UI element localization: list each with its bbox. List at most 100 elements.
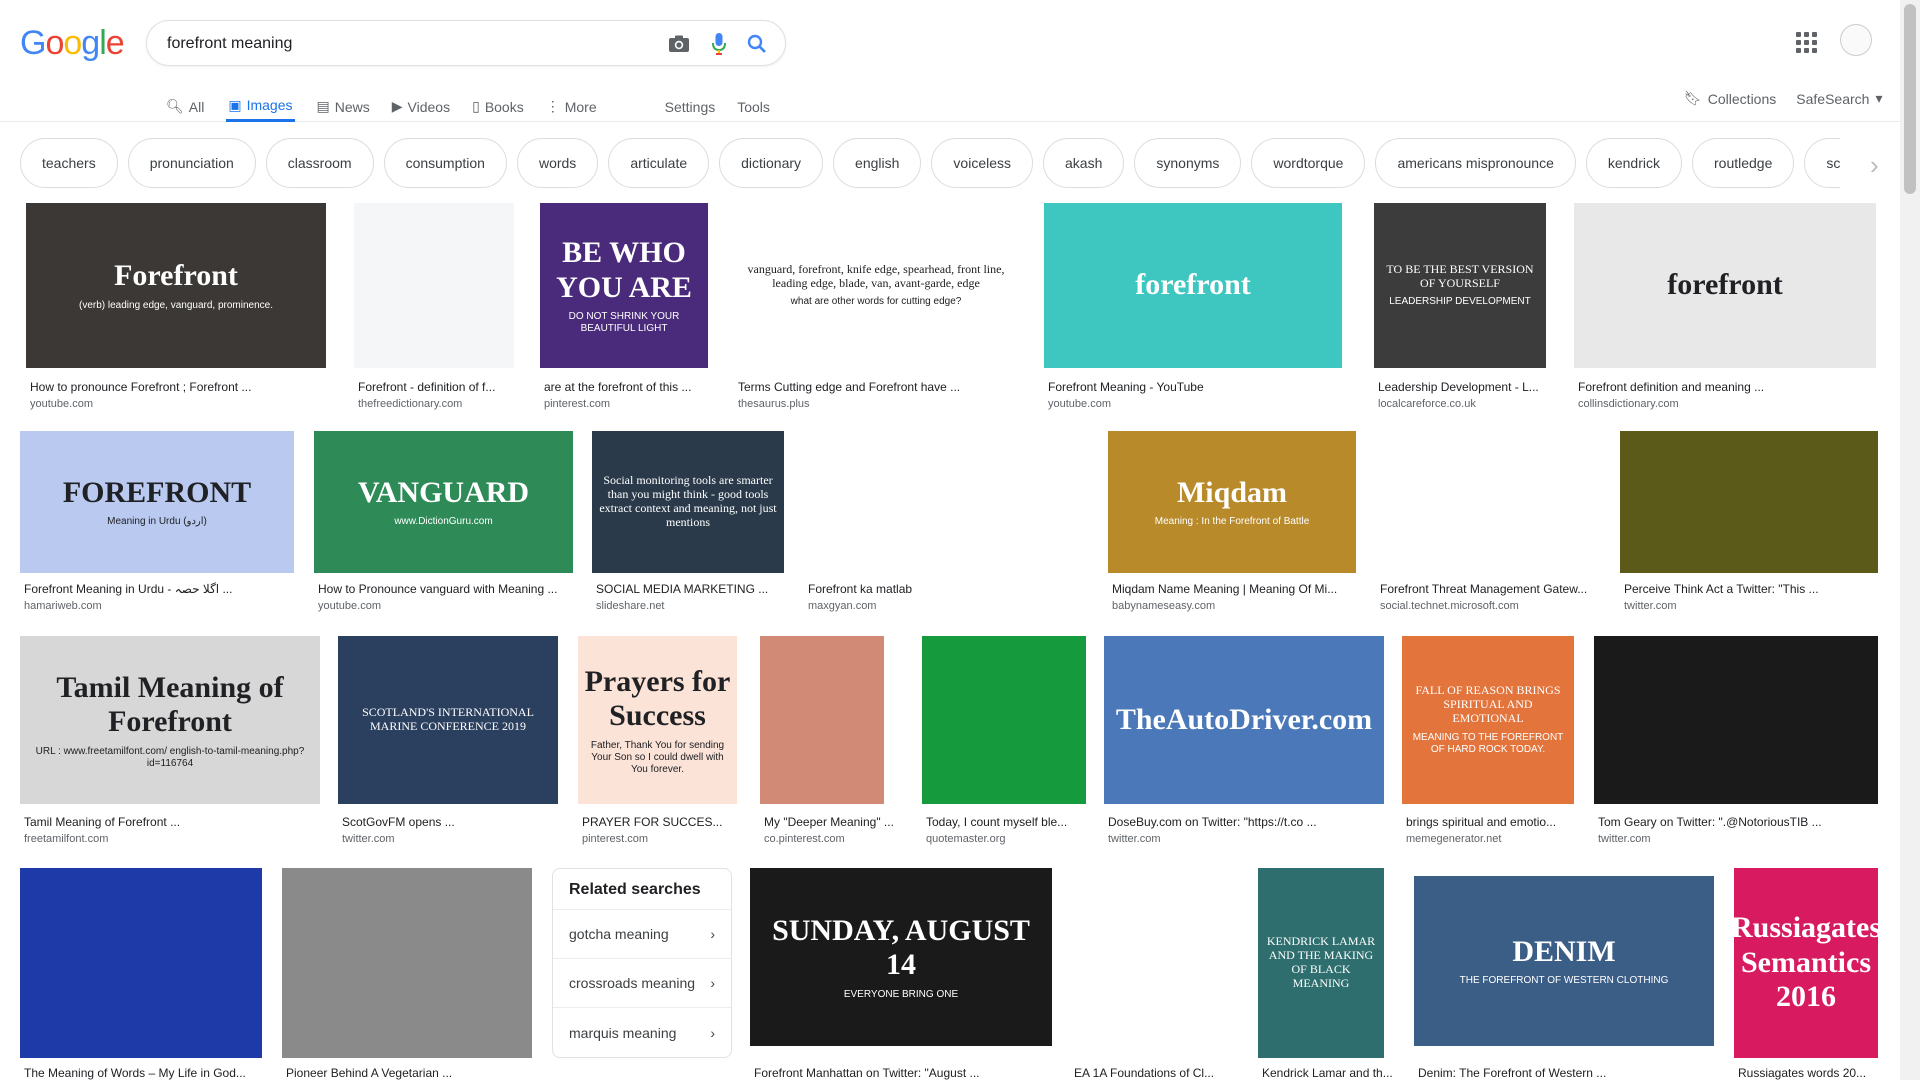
avatar[interactable]: [1840, 24, 1872, 56]
suggestion-chip[interactable]: akash: [1043, 138, 1125, 188]
result-title[interactable]: Miqdam Name Meaning | Meaning Of Mi...: [1112, 582, 1356, 596]
result-thumbnail[interactable]: [922, 636, 1086, 804]
search-icon[interactable]: [745, 32, 769, 56]
result-title[interactable]: SOCIAL MEDIA MARKETING ...: [596, 582, 784, 596]
result-thumbnail[interactable]: TheAutoDriver.com: [1104, 636, 1384, 804]
thumbnail-text: SUNDAY, AUGUST 14: [772, 913, 1030, 982]
result-title[interactable]: Terms Cutting edge and Forefront have ..…: [738, 380, 1018, 394]
result-domain: pinterest.com: [582, 833, 649, 845]
scrollbar-thumb[interactable]: [1904, 4, 1916, 194]
result-thumbnail[interactable]: [1620, 431, 1878, 573]
result-title[interactable]: My "Deeper Meaning" ...: [764, 815, 940, 829]
result-title[interactable]: The Meaning of Words – My Life in God...: [24, 1066, 262, 1080]
suggestion-chip[interactable]: english: [833, 138, 922, 188]
result-title[interactable]: brings spiritual and emotio...: [1406, 815, 1582, 829]
result-title[interactable]: PRAYER FOR SUCCES...: [582, 815, 758, 829]
suggestion-chip[interactable]: dictionary: [719, 138, 824, 188]
result-title[interactable]: How to Pronounce vanguard with Meaning .…: [318, 582, 573, 596]
result-thumbnail[interactable]: FALL OF REASON BRINGS SPIRITUAL AND EMOT…: [1402, 636, 1574, 804]
result-thumbnail[interactable]: [804, 431, 1086, 573]
apps-icon[interactable]: [1794, 30, 1818, 54]
result-thumbnail[interactable]: Prayers for Success Father, Thank You for…: [578, 636, 737, 804]
result-thumbnail[interactable]: BE WHO YOU ARE DO NOT SHRINK YOUR BEAUTIF…: [540, 203, 708, 368]
result-thumbnail[interactable]: Forefront (verb) leading edge, vanguard, …: [26, 203, 326, 368]
result-title[interactable]: Pioneer Behind A Vegetarian ...: [286, 1066, 532, 1080]
search-input[interactable]: [167, 31, 637, 57]
result-title[interactable]: Forefront Threat Management Gatew...: [1380, 582, 1600, 596]
chevron-right-icon[interactable]: ›: [1870, 150, 1879, 181]
result-title[interactable]: Forefront Meaning - YouTube: [1048, 380, 1342, 394]
result-title[interactable]: Forefront definition and meaning ...: [1578, 380, 1876, 394]
result-title[interactable]: Tamil Meaning of Forefront ...: [24, 815, 320, 829]
suggestion-chip[interactable]: words: [516, 138, 599, 188]
suggestion-chip[interactable]: wordtorque: [1251, 138, 1366, 188]
result-thumbnail[interactable]: SCOTLAND'S INTERNATIONAL MARINE CONFEREN…: [338, 636, 558, 804]
result-thumbnail[interactable]: Tamil Meaning of Forefront URL : www.free…: [20, 636, 320, 804]
result-title[interactable]: Today, I count myself ble...: [926, 815, 1102, 829]
suggestion-chip[interactable]: articulate: [608, 138, 710, 188]
result-thumbnail[interactable]: vanguard, forefront, knife edge, spearhe…: [734, 203, 1018, 368]
result-thumbnail[interactable]: [1376, 431, 1600, 573]
suggestion-chip[interactable]: consumption: [383, 138, 507, 188]
result-thumbnail[interactable]: Social monitoring tools are smarter than…: [592, 431, 784, 573]
tools-link[interactable]: Tools: [737, 86, 770, 122]
result-title[interactable]: Kendrick Lamar and th...: [1262, 1066, 1438, 1080]
result-thumbnail[interactable]: FOREFRONT Meaning in Urdu (اردو): [20, 431, 294, 573]
suggestion-chip[interactable]: scotland: [1804, 138, 1840, 188]
google-logo[interactable]: Google: [20, 24, 125, 63]
suggestion-chip[interactable]: voiceless: [931, 138, 1034, 188]
result-title[interactable]: Denim: The Forefront of Western ...: [1418, 1066, 1714, 1080]
suggestion-chip[interactable]: americans mispronounce: [1375, 138, 1576, 188]
result-thumbnail[interactable]: [760, 636, 884, 804]
result-title[interactable]: ScotGovFM opens ...: [342, 815, 558, 829]
suggestion-chip[interactable]: teachers: [20, 138, 118, 188]
collections-button[interactable]: 🔖︎ Collections: [1684, 90, 1776, 107]
result-title[interactable]: DoseBuy.com on Twitter: "https://t.co ..…: [1108, 815, 1384, 829]
related-searches-title: Related searches: [553, 869, 731, 910]
safesearch-button[interactable]: SafeSearch ▾: [1796, 90, 1882, 107]
result-title[interactable]: Russiagates words 20...: [1738, 1066, 1914, 1080]
result-title[interactable]: Leadership Development - L...: [1378, 380, 1554, 394]
result-thumbnail[interactable]: [282, 868, 532, 1058]
result-thumbnail[interactable]: [354, 203, 514, 368]
tab-images[interactable]: ▣ Images: [226, 86, 295, 122]
result-title[interactable]: Tom Geary on Twitter: ".@NotoriousTIB ..…: [1598, 815, 1878, 829]
related-item[interactable]: crossroads meaning ›: [553, 959, 731, 1008]
suggestion-chip[interactable]: kendrick: [1585, 138, 1682, 188]
result-thumbnail[interactable]: forefront: [1044, 203, 1342, 368]
result-thumbnail[interactable]: TO BE THE BEST VERSION OF YOURSELF LEADER…: [1374, 203, 1546, 368]
result-thumbnail[interactable]: Miqdam Meaning : In the Forefront of Batt…: [1108, 431, 1356, 573]
result-thumbnail[interactable]: DENIM THE FOREFRONT OF WESTERN CLOTHING: [1414, 876, 1714, 1046]
suggestion-chip[interactable]: pronunciation: [127, 138, 256, 188]
result-title[interactable]: Forefront Meaning in Urdu - اگلا حصہ ...: [24, 582, 294, 596]
suggestion-chip[interactable]: synonyms: [1134, 138, 1242, 188]
result-thumbnail[interactable]: forefront: [1574, 203, 1876, 368]
result-title[interactable]: Forefront - definition of f...: [358, 380, 534, 394]
result-thumbnail[interactable]: [20, 868, 262, 1058]
result-title[interactable]: Perceive Think Act a Twitter: "This ...: [1624, 582, 1878, 596]
result-title[interactable]: are at the forefront of this ...: [544, 380, 720, 394]
result-title[interactable]: EA 1A Foundations of Cl...: [1074, 1066, 1250, 1080]
camera-icon[interactable]: [667, 32, 691, 56]
result-thumbnail[interactable]: VANGUARD www.DictionGuru.com: [314, 431, 573, 573]
result-thumbnail[interactable]: SUNDAY, AUGUST 14 EVERYONE BRING ONE: [750, 868, 1052, 1046]
tab-all[interactable]: 🔍︎ All: [166, 86, 204, 122]
result-thumbnail[interactable]: [1070, 868, 1228, 1058]
result-thumbnail[interactable]: KENDRICK LAMAR AND THE MAKING OF BLACK M…: [1258, 868, 1384, 1058]
mic-icon[interactable]: [707, 32, 731, 56]
related-item[interactable]: marquis meaning ›: [553, 1008, 731, 1057]
suggestion-chip[interactable]: routledge: [1692, 138, 1795, 188]
result-title[interactable]: Forefront Manhattan on Twitter: "August …: [754, 1066, 1052, 1080]
tab-news[interactable]: ▤ News: [317, 86, 370, 122]
result-title[interactable]: How to pronounce Forefront ; Forefront .…: [30, 380, 326, 394]
scrollbar[interactable]: [1900, 0, 1920, 1080]
result-thumbnail[interactable]: Russiagates Semantics 2016: [1734, 868, 1878, 1058]
result-title[interactable]: Forefront ka matlab: [808, 582, 1086, 596]
result-thumbnail[interactable]: [1594, 636, 1878, 804]
suggestion-chip[interactable]: classroom: [265, 138, 374, 188]
tab-books[interactable]: ▯ Books: [472, 86, 524, 122]
tab-more[interactable]: ⋮ More: [546, 86, 597, 122]
settings-link[interactable]: Settings: [665, 86, 716, 122]
tab-videos[interactable]: ▶ Videos: [392, 86, 450, 122]
related-item[interactable]: gotcha meaning ›: [553, 910, 731, 959]
